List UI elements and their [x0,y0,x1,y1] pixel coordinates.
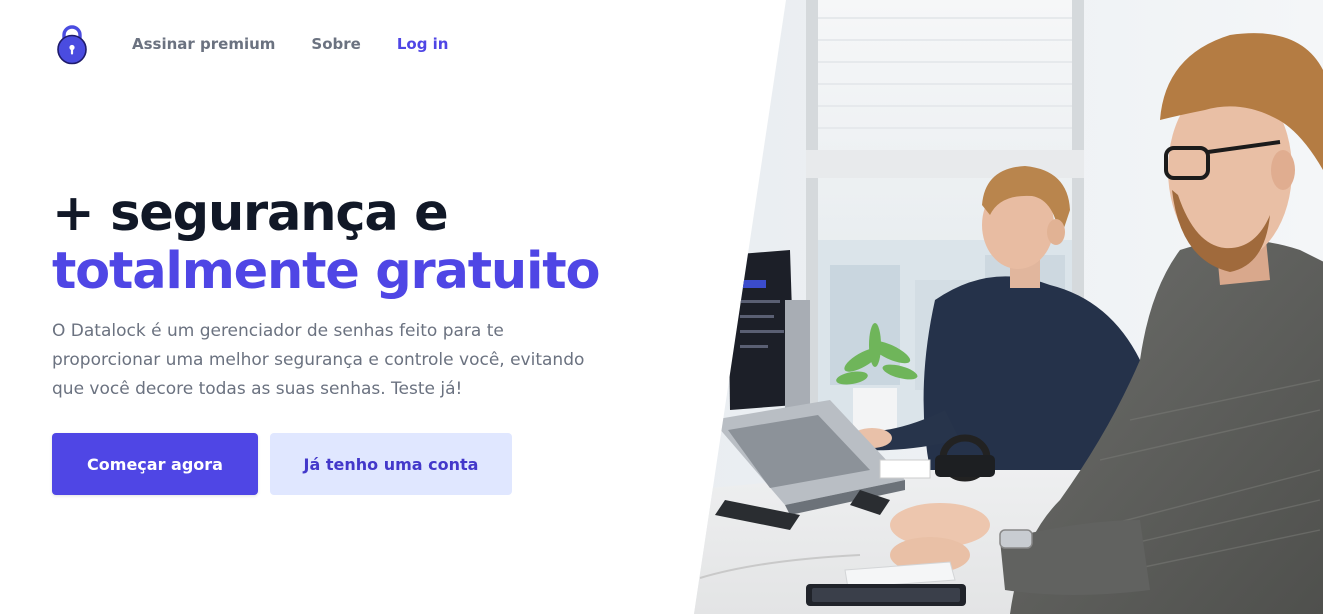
headline-line-2: totalmente gratuito [52,242,601,301]
nav-link-login[interactable]: Log in [397,35,449,53]
hero-section: + segurança e totalmente gratuito O Data… [52,185,672,495]
hero-headline: + segurança e totalmente gratuito [52,185,672,301]
padlock-icon[interactable] [55,22,89,66]
nav-link-premium[interactable]: Assinar premium [132,35,275,53]
get-started-button[interactable]: Começar agora [52,433,258,495]
headline-line-1: + segurança e [52,184,449,243]
cta-row: Começar agora Já tenho uma conta [52,433,672,495]
nav-link-about[interactable]: Sobre [311,35,360,53]
nav-links: Assinar premium Sobre Log in [132,35,485,53]
top-nav: Assinar premium Sobre Log in [55,22,485,66]
hero-description: O Datalock é um gerenciador de senhas fe… [52,321,585,399]
have-account-button[interactable]: Já tenho uma conta [270,433,512,495]
